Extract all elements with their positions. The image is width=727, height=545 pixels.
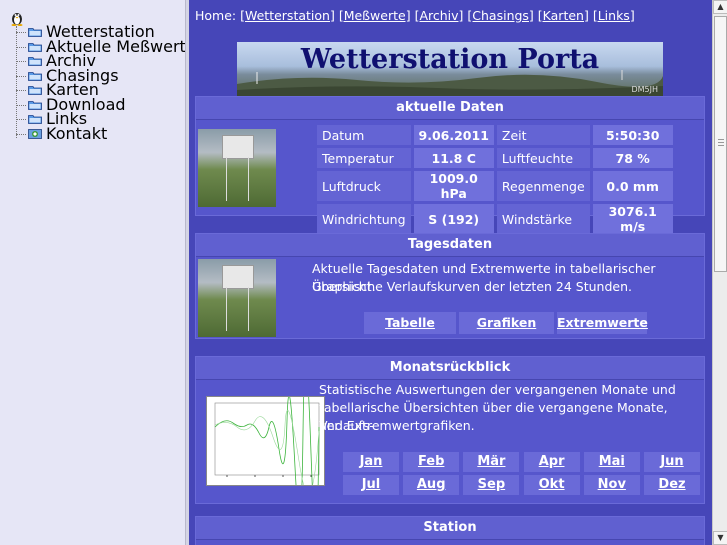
table-row: Windrichtung S (192) Windstärke 3076.1 m/s <box>317 204 673 234</box>
data-label: Zeit <box>496 125 590 145</box>
month-link-9[interactable]: Sep <box>463 475 520 495</box>
breadcrumb-nav: Home: [Wetterstation] [Meßwerte] [Archiv… <box>195 8 635 23</box>
data-label: Regenmenge <box>496 171 590 201</box>
data-value: 3076.1 m/s <box>592 204 673 234</box>
nav-link-messwerte[interactable]: [Meßwerte] <box>339 8 411 23</box>
site-banner: Wetterstation Porta DM5JH <box>237 42 663 96</box>
month-link-6[interactable]: Jun <box>644 452 700 472</box>
breadcrumb-prefix: Home: <box>195 8 241 23</box>
monthly-description-1: Statistische Auswertungen der vergangene… <box>319 382 676 397</box>
month-link-12[interactable]: Dez <box>644 475 700 495</box>
section-current-data: aktuelle Daten Datum 9.06.2011 Zeit 5:50:30… <box>195 96 705 234</box>
current-data-table: Datum 9.06.2011 Zeit 5:50:30 Temperatur 11.8 … <box>314 122 676 237</box>
vertical-scrollbar[interactable]: ▲ ▼ <box>712 0 727 545</box>
data-label: Datum <box>317 125 411 145</box>
section-heading: aktuelle Daten <box>196 97 704 120</box>
section-station: Station <box>195 516 705 545</box>
weather-hut-photo <box>198 129 276 207</box>
month-link-5[interactable]: Mai <box>583 452 640 472</box>
month-link-2[interactable]: Feb <box>403 452 460 472</box>
table-row: Luftdruck 1009.0 hPa Regenmenge 0.0 mm <box>317 171 673 201</box>
banner-callsign: DM5JH <box>631 85 658 94</box>
data-value: 11.8 C <box>413 148 494 168</box>
month-link-4[interactable]: Apr <box>523 452 580 472</box>
month-link-3[interactable]: Mär <box>463 452 520 472</box>
daily-graphics-button[interactable]: Grafiken <box>459 312 554 334</box>
monthly-graph-chart <box>214 363 320 532</box>
data-value: 9.06.2011 <box>413 125 494 145</box>
folder-icon <box>28 71 42 81</box>
sidebar-item-download[interactable]: Download <box>10 96 180 112</box>
month-link-10[interactable]: Okt <box>523 475 580 495</box>
monthly-graph-thumbnail[interactable] <box>206 363 325 532</box>
data-value: 5:50:30 <box>592 125 673 145</box>
data-label: Temperatur <box>317 148 411 168</box>
month-link-11[interactable]: Nov <box>583 475 640 495</box>
data-label: Windstärke <box>496 204 590 234</box>
folder-icon <box>28 28 42 37</box>
monthly-description-3: und Extremwertgrafiken. <box>319 418 475 433</box>
nav-link-wetterstation[interactable]: [Wetterstation] <box>240 8 335 23</box>
sidebar: Wetterstation Aktuelle Meßwerte Archiv Chas… <box>0 0 196 545</box>
weather-hut-photo <box>198 259 276 337</box>
daily-description-2: Graphische Verlaufskurven der letzten 24… <box>312 279 632 294</box>
section-monthly: Monatsrückblick Statistische Auswertunge… <box>195 356 705 532</box>
folder-icon <box>28 100 42 110</box>
data-value: 0.0 mm <box>592 171 673 201</box>
banner-title: Wetterstation Porta <box>300 44 600 75</box>
folder-icon <box>28 42 42 52</box>
section-heading: Station <box>196 517 704 540</box>
data-label: Luftdruck <box>317 171 411 201</box>
data-value: S (192) <box>413 204 494 234</box>
scroll-up-icon[interactable]: ▲ <box>713 0 727 14</box>
section-daily: Tagesdaten Aktuelle Tagesdaten und Extre… <box>195 233 705 339</box>
data-label: Windrichtung <box>317 204 411 234</box>
daily-extremes-button[interactable]: Extremwerte <box>557 312 648 334</box>
tux-icon <box>11 13 23 26</box>
nav-link-links[interactable]: [Links] <box>593 8 635 23</box>
nav-link-karten[interactable]: [Karten] <box>538 8 589 23</box>
data-value: 78 % <box>592 148 673 168</box>
nav-link-archiv[interactable]: [Archiv] <box>415 8 464 23</box>
month-link-8[interactable]: Aug <box>403 475 460 495</box>
table-row: Datum 9.06.2011 Zeit 5:50:30 <box>317 125 673 145</box>
daily-table-button[interactable]: Tabelle <box>364 312 456 334</box>
main-frame: Home: [Wetterstation] [Meßwerte] [Archiv… <box>189 0 712 545</box>
data-label: Luftfeuchte <box>496 148 590 168</box>
section-heading: Monatsrückblick <box>196 357 704 380</box>
scroll-down-icon[interactable]: ▼ <box>713 531 727 545</box>
scrollbar-thumb[interactable] <box>714 16 727 272</box>
table-row: Temperatur 11.8 C Luftfeuchte 78 % <box>317 148 673 168</box>
folder-icon <box>28 86 42 95</box>
month-link-1[interactable]: Jan <box>343 452 399 472</box>
folder-icon <box>28 57 42 66</box>
section-heading: Tagesdaten <box>196 234 704 257</box>
contact-icon <box>28 128 42 139</box>
month-link-7[interactable]: Jul <box>343 475 399 495</box>
sidebar-item-kontakt[interactable]: Kontakt <box>10 123 180 143</box>
folder-icon <box>28 115 42 124</box>
nav-link-chasings[interactable]: [Chasings] <box>467 8 533 23</box>
data-value: 1009.0 hPa <box>413 171 494 201</box>
sidebar-item-label: Kontakt <box>46 123 108 143</box>
